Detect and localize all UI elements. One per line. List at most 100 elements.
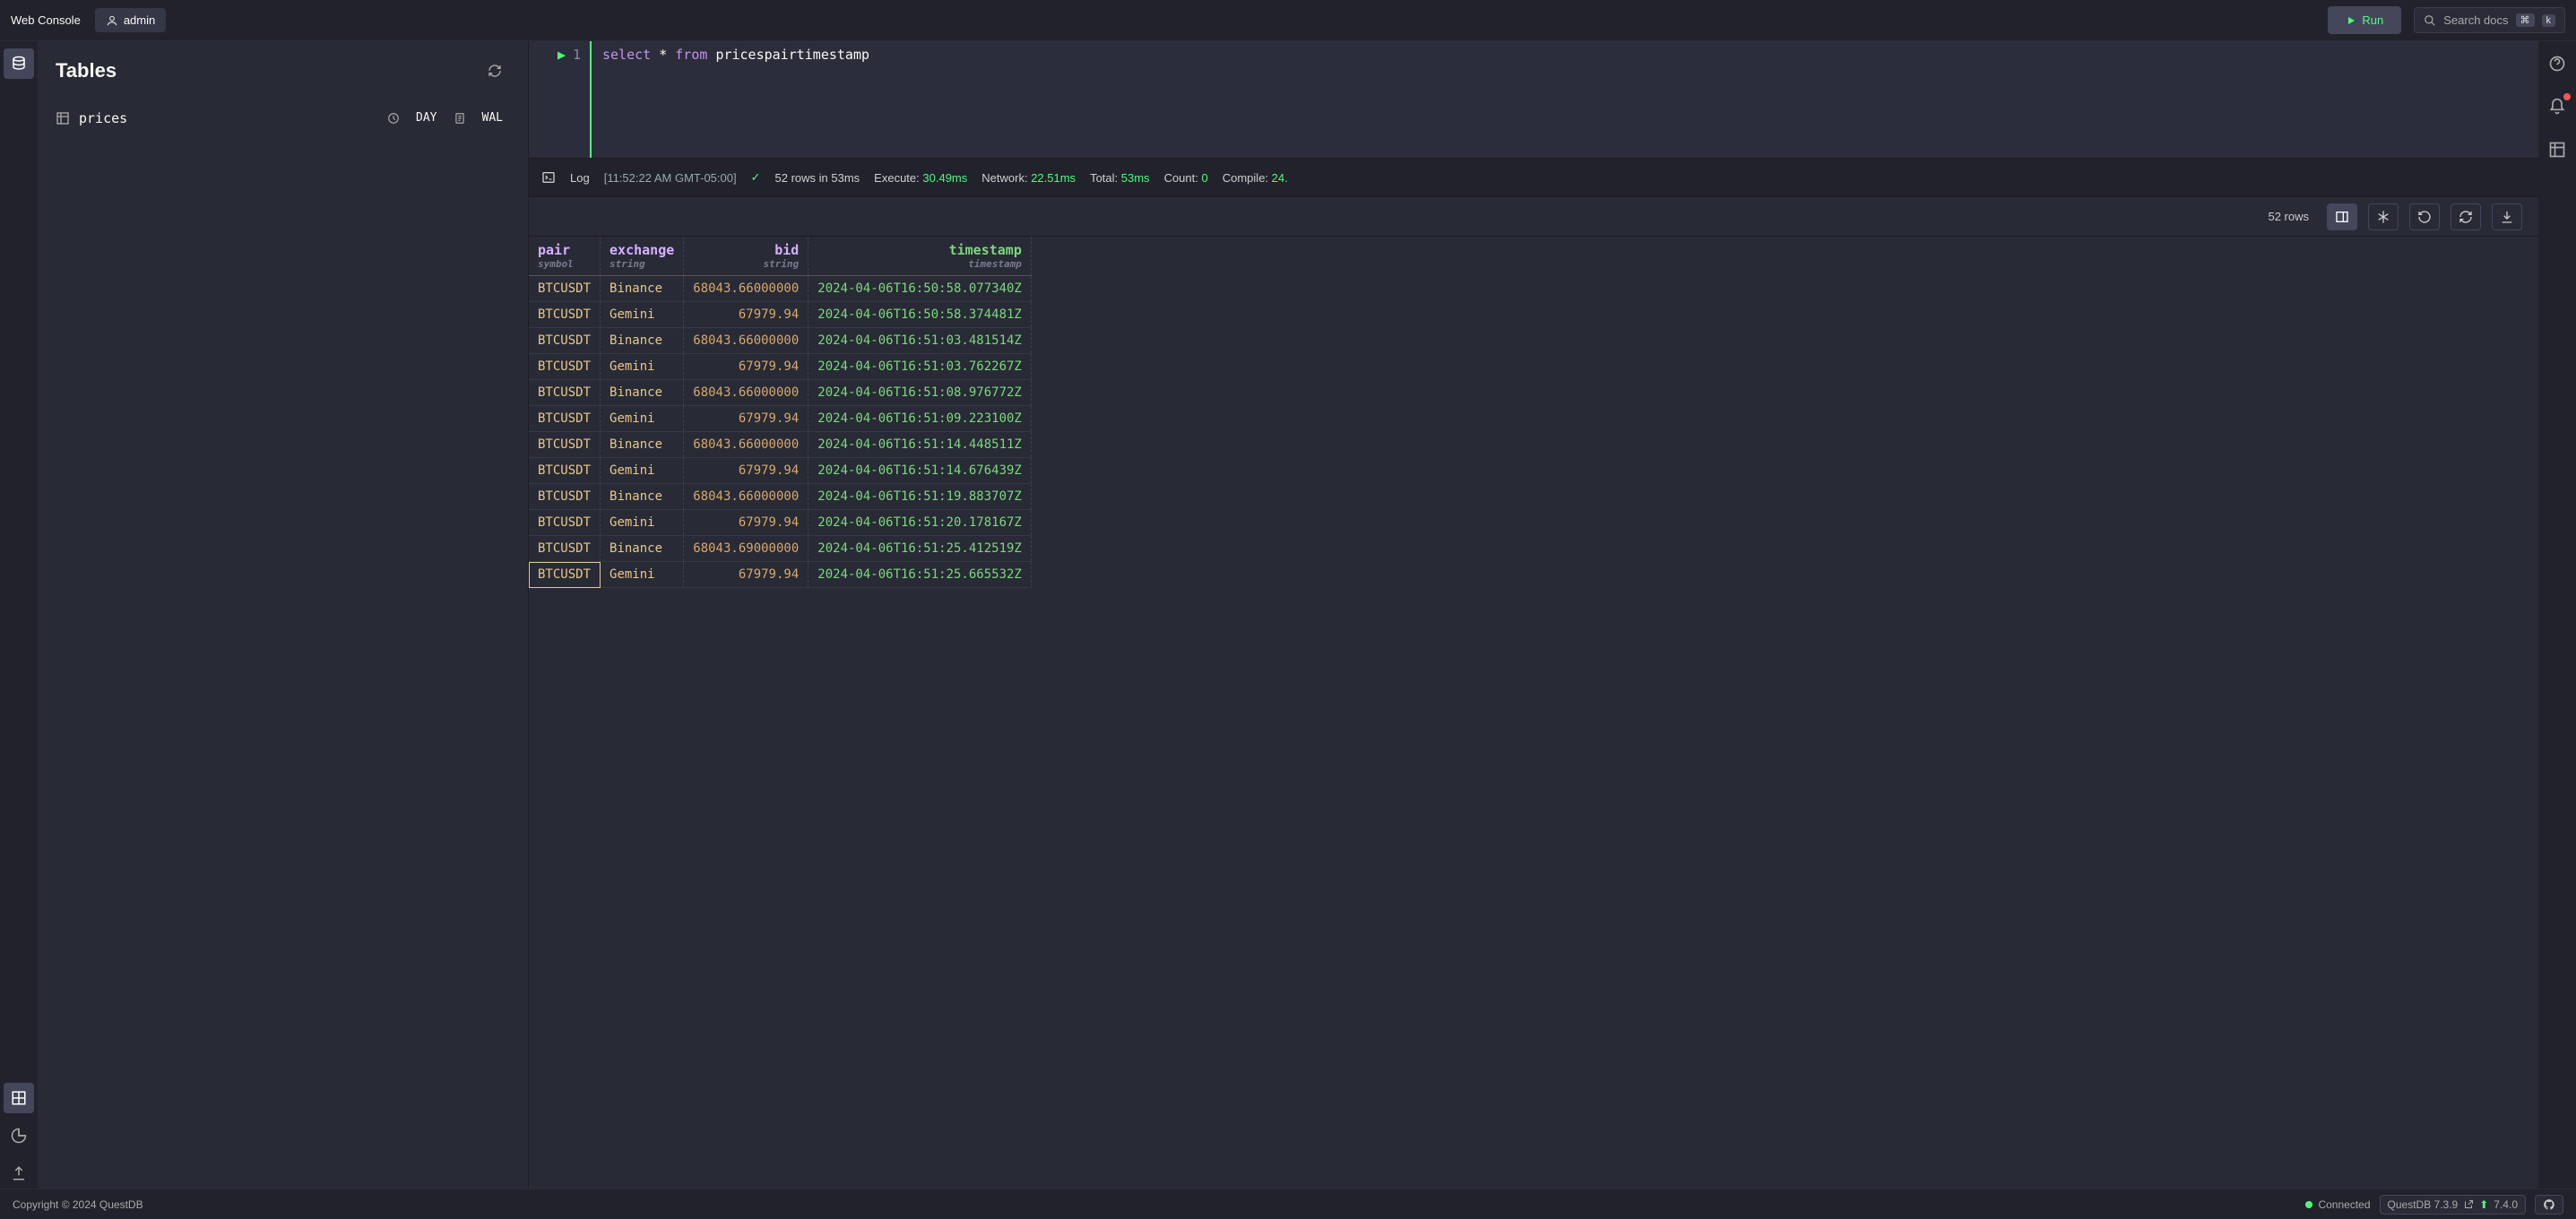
cell[interactable]: 2024-04-06T16:51:03.762267Z: [808, 354, 1032, 380]
nav-grid-view[interactable]: [4, 1083, 34, 1113]
results-toolbar: 52 rows: [529, 197, 2538, 237]
cell[interactable]: 67979.94: [684, 354, 808, 380]
cell[interactable]: BTCUSDT: [529, 510, 601, 536]
cell[interactable]: 68043.66000000: [684, 380, 808, 406]
cell[interactable]: Gemini: [601, 562, 684, 588]
cell[interactable]: 2024-04-06T16:51:08.976772Z: [808, 380, 1032, 406]
cell[interactable]: BTCUSDT: [529, 302, 601, 328]
app-title: Web Console: [11, 13, 81, 27]
cell[interactable]: 2024-04-06T16:51:20.178167Z: [808, 510, 1032, 536]
clock-icon: [387, 112, 400, 125]
nav-database[interactable]: [4, 48, 34, 79]
toggle-side-panel-button[interactable]: [2327, 203, 2357, 230]
wal-badge: WAL: [475, 109, 510, 126]
cell[interactable]: BTCUSDT: [529, 484, 601, 510]
right-rail: [2538, 41, 2576, 1189]
cell[interactable]: Gemini: [601, 406, 684, 432]
cell[interactable]: BTCUSDT: [529, 406, 601, 432]
partition-badge: DAY: [409, 109, 444, 126]
cell[interactable]: 68043.66000000: [684, 328, 808, 354]
table-row[interactable]: BTCUSDTGemini67979.942024-04-06T16:51:20…: [529, 510, 1031, 536]
cell[interactable]: 68043.66000000: [684, 484, 808, 510]
help-icon: [2548, 55, 2566, 73]
column-header-pair[interactable]: pairsymbol: [529, 237, 601, 276]
cell[interactable]: 67979.94: [684, 458, 808, 484]
nav-import[interactable]: [4, 1158, 34, 1189]
table-row[interactable]: BTCUSDTBinance68043.660000002024-04-06T1…: [529, 432, 1031, 458]
run-line-icon[interactable]: ▶: [558, 47, 566, 63]
cell[interactable]: Gemini: [601, 302, 684, 328]
editor-code[interactable]: select * from pricespairtimestamp: [592, 41, 880, 158]
cell[interactable]: Binance: [601, 380, 684, 406]
cell[interactable]: 2024-04-06T16:50:58.077340Z: [808, 276, 1032, 302]
results-grid[interactable]: pairsymbolexchangestringbidstringtimesta…: [529, 237, 2538, 1189]
sql-editor[interactable]: ▶1 select * from pricespairtimestamp: [529, 41, 2538, 158]
rows-count-label: 52 rows: [2268, 210, 2309, 223]
cell[interactable]: 67979.94: [684, 562, 808, 588]
cell[interactable]: BTCUSDT: [529, 380, 601, 406]
table-row[interactable]: BTCUSDTBinance68043.660000002024-04-06T1…: [529, 328, 1031, 354]
cell[interactable]: 67979.94: [684, 510, 808, 536]
help-button[interactable]: [2542, 48, 2572, 79]
cell[interactable]: BTCUSDT: [529, 536, 601, 562]
cell[interactable]: 67979.94: [684, 302, 808, 328]
cell[interactable]: Binance: [601, 484, 684, 510]
cell[interactable]: Binance: [601, 432, 684, 458]
log-timestamp: [11:52:22 AM GMT-05:00]: [604, 171, 737, 185]
table-row[interactable]: BTCUSDTBinance68043.690000002024-04-06T1…: [529, 536, 1031, 562]
topbar: Web Console admin Run Search docs ⌘ k: [0, 0, 2576, 41]
table-row[interactable]: BTCUSDTGemini67979.942024-04-06T16:51:03…: [529, 354, 1031, 380]
refresh-tables-button[interactable]: [480, 56, 510, 86]
run-button[interactable]: Run: [2328, 6, 2401, 34]
table-row[interactable]: BTCUSDTGemini67979.942024-04-06T16:51:09…: [529, 406, 1031, 432]
table-row[interactable]: BTCUSDTGemini67979.942024-04-06T16:50:58…: [529, 302, 1031, 328]
notifications-button[interactable]: [2542, 91, 2572, 122]
cell[interactable]: BTCUSDT: [529, 276, 601, 302]
cell[interactable]: Gemini: [601, 458, 684, 484]
cell[interactable]: 2024-04-06T16:50:58.374481Z: [808, 302, 1032, 328]
table-row[interactable]: BTCUSDTBinance68043.660000002024-04-06T1…: [529, 276, 1031, 302]
cell[interactable]: Binance: [601, 328, 684, 354]
cell[interactable]: Binance: [601, 276, 684, 302]
cell[interactable]: Gemini: [601, 354, 684, 380]
download-csv-button[interactable]: [2492, 203, 2522, 230]
cell[interactable]: 2024-04-06T16:51:14.676439Z: [808, 458, 1032, 484]
cell[interactable]: 2024-04-06T16:51:09.223100Z: [808, 406, 1032, 432]
column-header-exchange[interactable]: exchangestring: [601, 237, 684, 276]
table-row[interactable]: BTCUSDTGemini67979.942024-04-06T16:51:14…: [529, 458, 1031, 484]
create-table-button[interactable]: [2542, 134, 2572, 165]
cell[interactable]: Binance: [601, 536, 684, 562]
cell[interactable]: 2024-04-06T16:51:25.412519Z: [808, 536, 1032, 562]
column-header-timestamp[interactable]: timestamptimestamp: [808, 237, 1032, 276]
table-item-prices[interactable]: prices DAY WAL: [38, 100, 528, 135]
user-chip[interactable]: admin: [95, 8, 166, 32]
cell[interactable]: 2024-04-06T16:51:19.883707Z: [808, 484, 1032, 510]
cell[interactable]: 67979.94: [684, 406, 808, 432]
column-header-bid[interactable]: bidstring: [684, 237, 808, 276]
table-row[interactable]: BTCUSDTBinance68043.660000002024-04-06T1…: [529, 484, 1031, 510]
cell[interactable]: 68043.66000000: [684, 432, 808, 458]
reset-layout-button[interactable]: [2409, 203, 2440, 230]
cell[interactable]: BTCUSDT: [529, 562, 601, 588]
cell[interactable]: BTCUSDT: [529, 432, 601, 458]
cell[interactable]: Gemini: [601, 510, 684, 536]
cell[interactable]: 68043.69000000: [684, 536, 808, 562]
kbd-k: k: [2542, 14, 2556, 27]
play-icon: [2346, 15, 2356, 26]
table-row[interactable]: BTCUSDTBinance68043.660000002024-04-06T1…: [529, 380, 1031, 406]
cell[interactable]: 2024-04-06T16:51:14.448511Z: [808, 432, 1032, 458]
refresh-results-button[interactable]: [2451, 203, 2481, 230]
table-row[interactable]: BTCUSDTGemini67979.942024-04-06T16:51:25…: [529, 562, 1031, 588]
cell[interactable]: 68043.66000000: [684, 276, 808, 302]
search-docs[interactable]: Search docs ⌘ k: [2414, 7, 2565, 33]
cell[interactable]: BTCUSDT: [529, 328, 601, 354]
cell[interactable]: 2024-04-06T16:51:03.481514Z: [808, 328, 1032, 354]
cell[interactable]: 2024-04-06T16:51:25.665532Z: [808, 562, 1032, 588]
version-badge[interactable]: QuestDB 7.3.9 ⬆ 7.4.0: [2380, 1195, 2526, 1215]
cell[interactable]: BTCUSDT: [529, 458, 601, 484]
cell[interactable]: BTCUSDT: [529, 354, 601, 380]
github-link[interactable]: [2535, 1195, 2563, 1215]
table-icon: [56, 111, 70, 125]
nav-chart-view[interactable]: [4, 1120, 34, 1151]
freeze-column-button[interactable]: [2368, 203, 2399, 230]
